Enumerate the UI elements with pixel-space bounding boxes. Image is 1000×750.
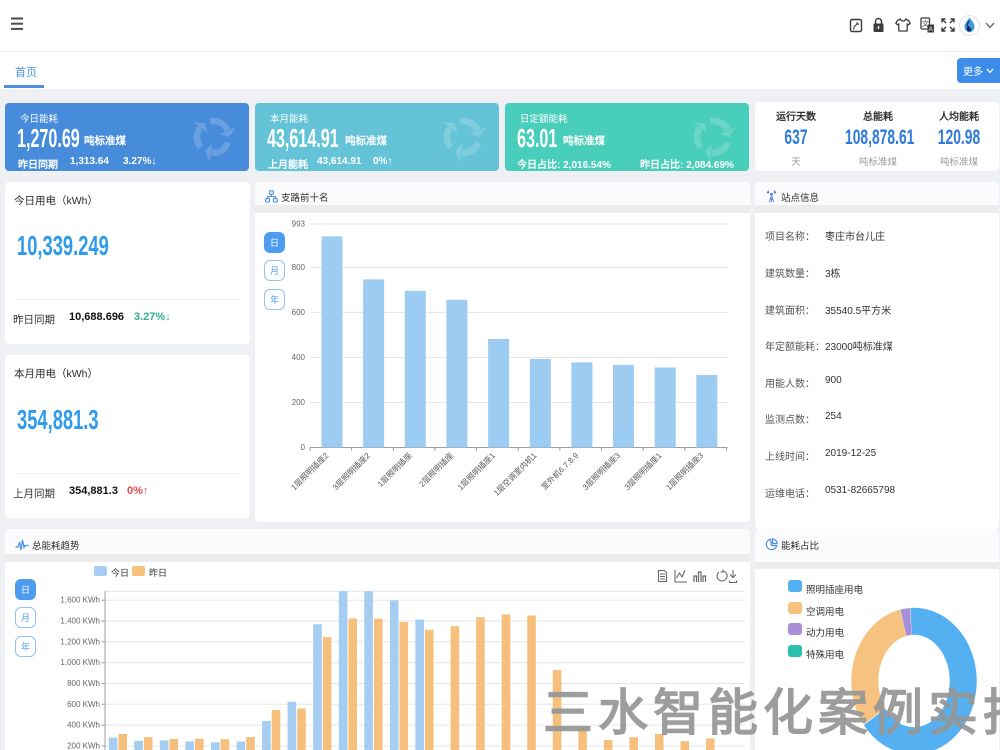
svg-text:1层照明插座3: 1层照明插座3 (664, 450, 706, 492)
svg-text:600: 600 (292, 308, 306, 317)
svg-text:3层照明插座3: 3层照明插座3 (580, 450, 622, 492)
svg-text:993: 993 (292, 220, 306, 229)
svg-text:800: 800 (292, 263, 306, 272)
svg-text:1,200 KWh: 1,200 KWh (60, 637, 100, 646)
svg-text:1层照明插座: 1层照明插座 (375, 450, 414, 489)
svg-text:800 KWh: 800 KWh (67, 679, 100, 688)
svg-text:400: 400 (292, 353, 306, 362)
svg-text:1层照明插座2: 1层照明插座2 (289, 450, 331, 492)
svg-text:200 KWh: 200 KWh (67, 742, 100, 750)
svg-text:1,000 KWh: 1,000 KWh (60, 658, 100, 667)
svg-text:2层照明插座: 2层照明插座 (417, 450, 456, 489)
svg-text:200: 200 (292, 398, 306, 407)
svg-text:3层照明插座2: 3层照明插座2 (330, 450, 372, 492)
svg-text:1,600 KWh: 1,600 KWh (60, 596, 100, 605)
svg-text:400 KWh: 400 KWh (67, 721, 100, 730)
svg-text:600 KWh: 600 KWh (67, 700, 100, 709)
svg-text:1,400 KWh: 1,400 KWh (60, 617, 100, 626)
svg-text:1层空调室内机1: 1层空调室内机1 (491, 450, 539, 498)
svg-text:A: A (929, 26, 934, 33)
svg-text:室外机6.7.8.9: 室外机6.7.8.9 (539, 450, 581, 492)
svg-text:3层照明插座1: 3层照明插座1 (622, 450, 664, 492)
svg-text:0: 0 (301, 443, 306, 452)
svg-text:1层照明插座1: 1层照明插座1 (455, 450, 497, 492)
